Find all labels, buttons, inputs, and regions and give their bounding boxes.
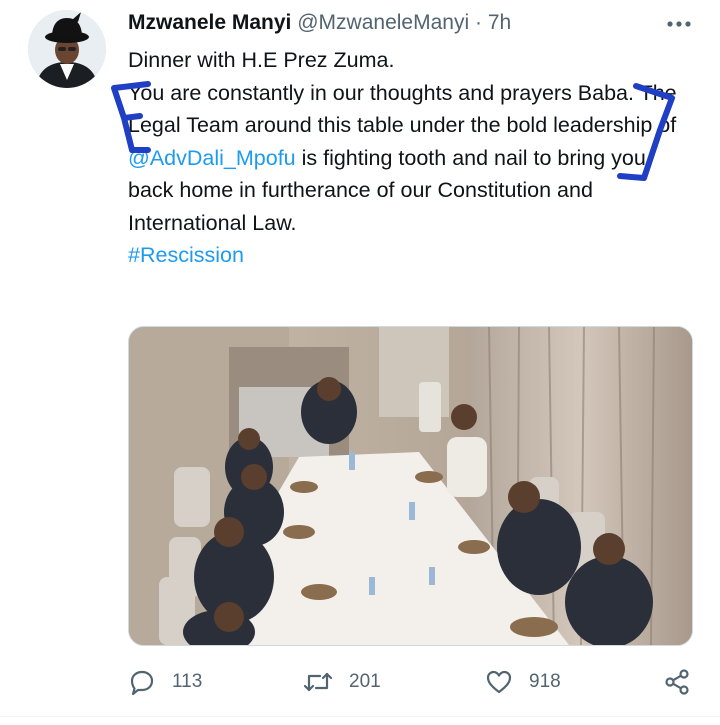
tweet-actions: 113 201 918 [128,662,698,702]
reply-count: 113 [172,671,203,692]
divider [0,716,720,717]
share-button[interactable] [663,662,707,702]
author-name[interactable]: Mzwanele Manyi [128,11,291,34]
avatar-image [28,10,106,88]
tweet-photo[interactable] [128,326,693,646]
dinner-photo [129,327,692,645]
like-count: 918 [529,671,561,692]
share-icon [665,669,689,695]
reply-icon [130,670,154,696]
like-button[interactable]: 918 [485,662,561,702]
mention-link[interactable]: @AdvDali_Mpofu [128,146,296,170]
more-icon[interactable] [664,14,694,34]
retweet-button[interactable]: 201 [303,662,381,702]
avatar[interactable] [28,10,106,88]
tweet-text: Dinner with H.E Prez Zuma. You are const… [128,44,688,272]
tweet-body: You are constantly in our thoughts and p… [128,77,688,240]
tweet-header: Mzwanele Manyi @MzwaneleManyi · 7h [128,8,511,38]
tweet-part-1: You are constantly in our thoughts and p… [128,80,677,138]
retweet-icon [303,672,333,692]
separator: · [474,11,482,34]
timestamp[interactable]: 7h [488,11,511,34]
author-handle[interactable]: @MzwaneleManyi [297,11,469,34]
tweet-line-1: Dinner with H.E Prez Zuma. [128,48,395,72]
reply-button[interactable]: 113 [128,662,202,702]
hashtag-link[interactable]: #Rescission [128,243,244,267]
heart-icon [486,670,512,694]
retweet-count: 201 [349,671,381,692]
